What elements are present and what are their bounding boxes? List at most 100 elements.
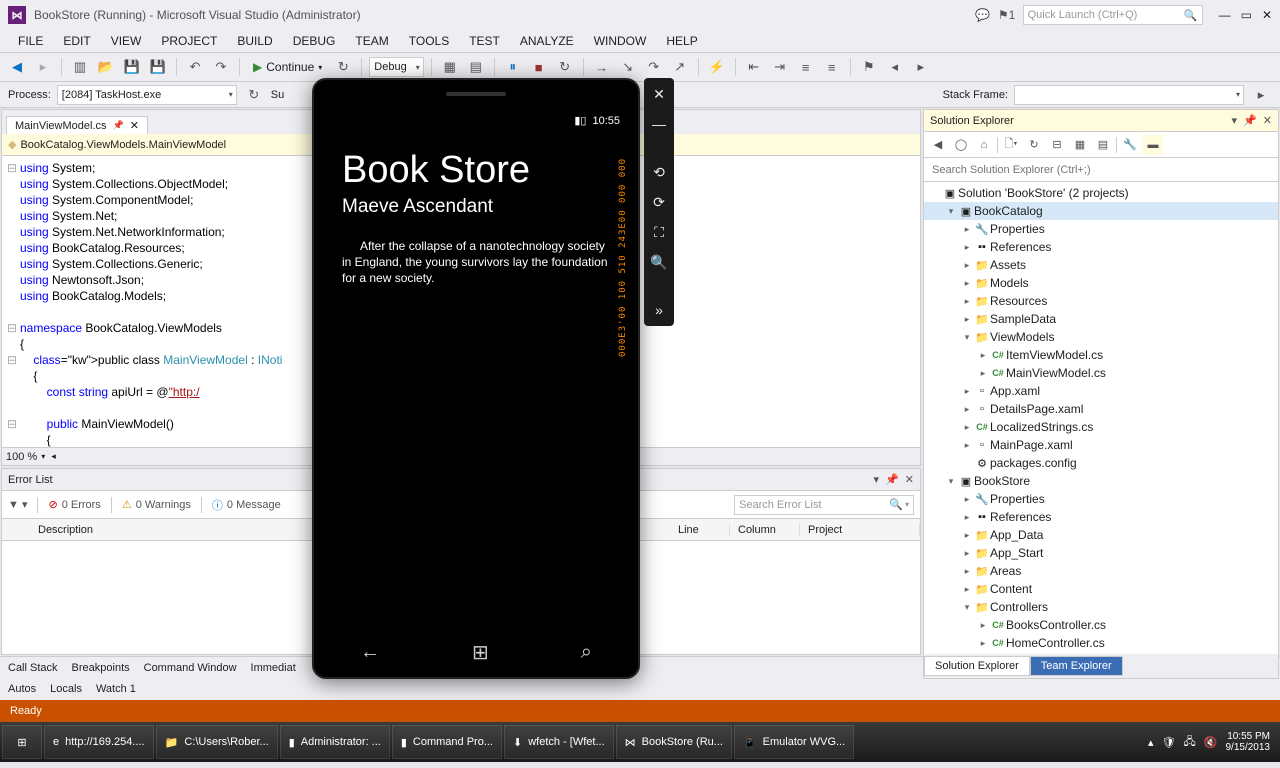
menu-test[interactable]: TEST [459, 32, 510, 50]
tree-item[interactable]: ▸C# MainViewModel.cs [924, 364, 1278, 382]
menu-window[interactable]: WINDOW [584, 32, 657, 50]
tree-item[interactable]: ▸📁 Resources [924, 292, 1278, 310]
se-properties-button[interactable]: ▤ [1093, 135, 1113, 155]
step-over-button[interactable]: ↷ [643, 56, 665, 78]
process-select[interactable]: [2084] TaskHost.exe [57, 85, 237, 105]
se-home-button[interactable]: ⌂ [974, 135, 994, 155]
feedback-icon[interactable]: 💬 [975, 7, 991, 23]
tree-item[interactable]: ▸📁 App_Start [924, 544, 1278, 562]
menu-file[interactable]: FILE [8, 32, 53, 50]
tool-tab[interactable]: Watch 1 [96, 683, 136, 695]
phone-search-button[interactable]: ⌕ [581, 641, 592, 664]
bookmark-icon[interactable]: ⚑ [858, 56, 880, 78]
step-out-button[interactable]: ↗ [669, 56, 691, 78]
messages-filter[interactable]: ⓘ0 Message [212, 497, 281, 513]
emu-minimize-button[interactable]: — [649, 114, 669, 134]
side-tab[interactable]: Team Explorer [1030, 656, 1123, 676]
phone-screen[interactable]: ▮▯ 10:55 Book Store Maeve Ascendant Afte… [322, 110, 630, 627]
minimize-button[interactable]: — [1219, 8, 1231, 22]
se-refresh-button[interactable]: ↻ [1024, 135, 1044, 155]
se-preview-button[interactable]: 🔧 [1120, 135, 1140, 155]
tree-item[interactable]: ▾▣ BookCatalog [924, 202, 1278, 220]
panel-pin-icon[interactable]: 📌 [885, 473, 899, 486]
configuration-select[interactable]: Debug [369, 57, 423, 77]
tree-item[interactable]: ▸🔧 Properties [924, 220, 1278, 238]
se-back-button[interactable]: ◀ [928, 135, 948, 155]
restart-button[interactable]: ↻ [554, 56, 576, 78]
undo-button[interactable]: ↶ [184, 56, 206, 78]
stack-refresh-icon[interactable]: ▸ [1250, 84, 1272, 106]
phone-back-button[interactable]: ← [360, 641, 380, 664]
panel-pin-icon[interactable]: 📌 [1243, 114, 1257, 127]
error-search-input[interactable]: Search Error List 🔍 ▾ [734, 495, 914, 515]
nav-back-button[interactable]: ◀ [6, 56, 28, 78]
errors-filter[interactable]: ⊘0 Errors [48, 498, 100, 511]
tray-up-icon[interactable]: ▴ [1148, 736, 1154, 749]
warnings-filter[interactable]: ⚠0 Warnings [122, 498, 191, 511]
menu-analyze[interactable]: ANALYZE [510, 32, 584, 50]
se-showall-button[interactable]: ▦ [1070, 135, 1090, 155]
indent-less-button[interactable]: ⇤ [743, 56, 765, 78]
tree-item[interactable]: ▸📁 App_Data [924, 526, 1278, 544]
system-tray[interactable]: ▴ 🛡 🖧 🔇 10:55 PM 9/15/2013 [1140, 731, 1278, 753]
quick-launch-input[interactable]: Quick Launch (Ctrl+Q) 🔍 [1023, 5, 1203, 25]
indent-more-button[interactable]: ⇥ [769, 56, 791, 78]
show-next-button[interactable]: → [591, 56, 613, 78]
tree-item[interactable]: ▸📁 Models [924, 274, 1278, 292]
pin-icon[interactable]: 📌 [113, 120, 124, 131]
tree-item[interactable]: ▸▪▪ References [924, 508, 1278, 526]
tree-item[interactable]: ▸▪▪ References [924, 238, 1278, 256]
filter-button[interactable]: ▼ ▾ [8, 498, 27, 511]
emu-rotate-right-button[interactable]: ⟳ [649, 192, 669, 212]
save-button[interactable]: 💾 [121, 56, 143, 78]
close-button[interactable]: ✕ [1262, 8, 1272, 22]
taskbar-item[interactable]: ▮Administrator: ... [280, 725, 390, 759]
stack-frame-select[interactable] [1014, 85, 1244, 105]
tool-tab[interactable]: Command Window [144, 662, 237, 674]
intellitrace-icon[interactable]: ⚡ [706, 56, 728, 78]
emu-fit-button[interactable]: ⛶ [649, 222, 669, 242]
emu-rotate-left-button[interactable]: ⟲ [649, 162, 669, 182]
properties-icon[interactable]: ▤ [465, 56, 487, 78]
document-tab[interactable]: MainViewModel.cs 📌 ✕ [6, 116, 148, 134]
menu-view[interactable]: VIEW [101, 32, 152, 50]
phone-home-button[interactable]: ⊞ [472, 640, 489, 665]
menu-debug[interactable]: DEBUG [283, 32, 346, 50]
prev-bookmark-button[interactable]: ◂ [884, 56, 906, 78]
menu-project[interactable]: PROJECT [151, 32, 227, 50]
tool-tab[interactable]: Autos [8, 683, 36, 695]
tree-item[interactable]: ▾📁 Controllers [924, 598, 1278, 616]
redo-button[interactable]: ↷ [210, 56, 232, 78]
continue-button[interactable]: ▶Continue▾ [247, 56, 328, 78]
emu-close-button[interactable]: ✕ [649, 84, 669, 104]
se-forward-button[interactable]: ◯ [951, 135, 971, 155]
tree-item[interactable]: ▸📁 Areas [924, 562, 1278, 580]
tree-item[interactable]: ⚙ packages.config [924, 454, 1278, 472]
uncomment-button[interactable]: ≡ [821, 56, 843, 78]
refresh-button[interactable]: ↻ [332, 56, 354, 78]
phone-emulator[interactable]: ▮▯ 10:55 Book Store Maeve Ascendant Afte… [312, 78, 640, 679]
panel-close-icon[interactable]: ✕ [1263, 114, 1272, 127]
tray-shield-icon[interactable]: 🛡 [1162, 736, 1176, 749]
side-tab[interactable]: Solution Explorer [924, 656, 1030, 676]
new-project-button[interactable]: ▥ [69, 56, 91, 78]
pause-button[interactable]: ⏸ [502, 56, 524, 78]
menu-team[interactable]: TEAM [345, 32, 398, 50]
se-sync-button[interactable]: 🗋▾ [1001, 135, 1021, 155]
menu-build[interactable]: BUILD [227, 32, 282, 50]
toolbox-icon[interactable]: ▦ [439, 56, 461, 78]
open-file-button[interactable]: 📂 [95, 56, 117, 78]
tree-item[interactable]: ▸C# HomeController.cs [924, 634, 1278, 652]
tree-item[interactable]: ▸C# LocalizedStrings.cs [924, 418, 1278, 436]
tree-item[interactable]: ▣ Solution 'BookStore' (2 projects) [924, 184, 1278, 202]
solution-tree[interactable]: ▣ Solution 'BookStore' (2 projects)▾▣ Bo… [924, 182, 1278, 654]
tool-tab[interactable]: Immediat [251, 662, 296, 674]
tree-item[interactable]: ▸📁 SampleData [924, 310, 1278, 328]
taskbar-clock[interactable]: 10:55 PM 9/15/2013 [1226, 731, 1271, 753]
process-refresh-icon[interactable]: ↻ [243, 84, 265, 106]
tool-tab[interactable]: Locals [50, 683, 82, 695]
step-into-button[interactable]: ↘ [617, 56, 639, 78]
notifications-flag-icon[interactable]: ⚑1 [999, 7, 1015, 23]
taskbar-item[interactable]: 📱Emulator WVG... [734, 725, 854, 759]
tool-tab[interactable]: Breakpoints [72, 662, 130, 674]
